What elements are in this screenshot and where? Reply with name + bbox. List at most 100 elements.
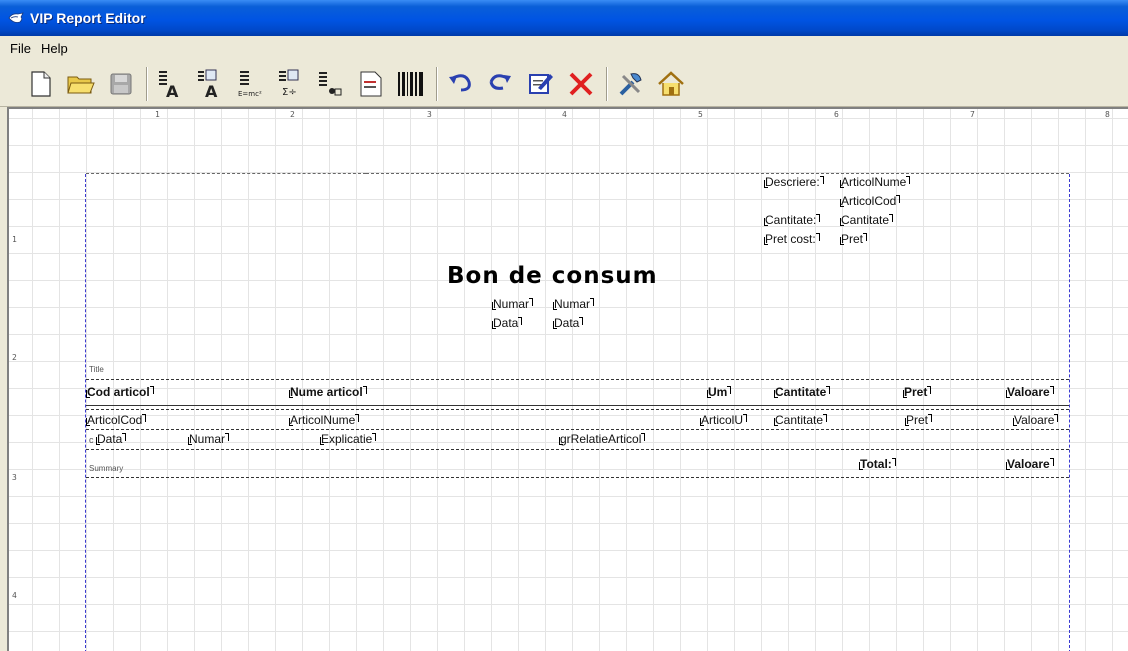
col-cod-articol[interactable]: Cod articol [86,385,154,399]
menu-file[interactable]: File [10,41,31,56]
title-band-top-border [366,173,1069,174]
svg-text:A: A [205,82,218,99]
toolbar: A A E=mc² Σ÷ [0,61,1128,107]
toolbar-separator [146,66,148,101]
image-placeholder[interactable] [86,173,366,295]
ruler-mark: 2 [290,110,295,119]
barcode-icon [398,71,423,96]
col-um[interactable]: Um [706,385,732,399]
window-title: VIP Report Editor [30,10,146,26]
data-field[interactable]: Data [552,316,584,330]
add-label-button[interactable]: A [156,69,186,99]
detail-valoare[interactable]: Valoare [1012,413,1060,427]
ruler-mark: 5 [698,110,703,119]
sub-data[interactable]: Data [95,432,127,446]
subdetail-band-bottom [86,449,1069,450]
open-button[interactable] [66,69,96,99]
memo-icon [360,71,382,96]
detail-articol-um[interactable]: ArticolU [699,413,748,427]
articol-nume-field[interactable]: ArticolNume [839,175,911,189]
svg-text:E=mc²: E=mc² [238,90,262,98]
save-disk-icon [110,73,132,94]
ruler-mark: 2 [12,353,17,362]
text-label-icon: A [159,70,179,99]
col-cantitate[interactable]: Cantitate [773,385,831,399]
undo-button[interactable] [446,69,476,99]
save-button[interactable] [106,69,136,99]
column-header-top-border [86,379,1069,380]
svg-text:Σ÷: Σ÷ [282,87,297,98]
cantitate-field[interactable]: Cantitate [839,213,894,227]
sub-explicatie[interactable]: Explicatie [319,432,377,446]
ruler-mark: 7 [970,110,975,119]
toolbar-separator [436,66,438,101]
add-image-button[interactable] [316,69,346,99]
tools-icon [619,72,642,95]
redo-icon [489,73,511,90]
menu-bar: File Help [0,36,1128,61]
edit-properties-icon [529,73,553,94]
col-valoare[interactable]: Valoare [1006,385,1054,399]
add-barcode-button[interactable] [396,69,426,99]
sub-gr-relatie-articol[interactable]: grRelatieArticol [558,432,646,446]
delete-button[interactable] [566,69,596,99]
toolbar-separator [606,66,608,101]
numar-field[interactable]: Numar [552,297,595,311]
title-bar[interactable]: VIP Report Editor [0,0,1128,36]
new-button[interactable] [26,69,56,99]
detail-pret[interactable]: Pret [904,413,933,427]
pret-field[interactable]: Pret [839,232,868,246]
col-pret[interactable]: Pret [902,385,932,399]
add-expression-button[interactable]: E=mc² [236,69,266,99]
ruler-mark: 8 [1105,110,1110,119]
ruler-mark: 3 [427,110,432,119]
tools-button[interactable] [616,69,646,99]
ruler-mark: 4 [562,110,567,119]
ruler-mark: 4 [12,591,17,600]
subdetail-prefix: c [89,435,94,445]
ruler-mark: 1 [12,235,17,244]
ruler-mark: 3 [12,473,17,482]
col-nume-articol[interactable]: Nume articol [289,385,367,399]
pret-cost-label[interactable]: Pret cost: [764,232,820,246]
add-field-button[interactable]: A [196,69,226,99]
cantitate-label[interactable]: Cantitate: [763,213,821,227]
summary-total-label[interactable]: Total: [859,457,896,471]
properties-button[interactable] [526,69,556,99]
detail-articol-cod[interactable]: ArticolCod [85,413,147,427]
summary-band-bottom [86,477,1069,478]
report-designer-canvas[interactable]: 1 2 3 4 5 6 7 8 1 2 3 4 Descriere: Artic… [7,107,1128,651]
open-folder-icon [67,76,95,93]
detail-cantitate[interactable]: Cantitate [773,413,828,427]
horizontal-ruler: 1 2 3 4 5 6 7 8 [9,109,1128,121]
numar-label[interactable]: Numar [491,297,534,311]
sum-field-icon: Σ÷ [279,69,299,98]
column-header-bottom-border [86,405,1069,406]
app-logo-icon [8,12,24,23]
summary-total-value[interactable]: Valoare [1006,457,1054,471]
descriere-label[interactable]: Descriere: [764,175,824,189]
app-window: VIP Report Editor File Help A A E=mc² Σ÷… [0,0,1128,651]
report-title[interactable]: Bon de consum [447,263,658,289]
articol-cod-field[interactable]: ArticolCod [839,194,901,208]
detail-articol-nume[interactable]: ArticolNume [288,413,360,427]
data-label[interactable]: Data [491,316,523,330]
title-band-label: Title [89,365,104,374]
redo-button[interactable] [486,69,516,99]
ruler-mark: 1 [155,110,160,119]
add-sum-button[interactable]: Σ÷ [276,69,306,99]
expression-icon: E=mc² [238,70,262,98]
menu-help[interactable]: Help [41,41,68,56]
home-icon [658,70,684,96]
ruler-mark: 6 [834,110,839,119]
undo-icon [449,73,471,91]
home-button[interactable] [656,69,686,99]
new-document-icon [31,70,51,97]
right-margin-line [1069,174,1070,651]
add-memo-button[interactable] [356,69,386,99]
vertical-ruler: 1 2 3 4 [9,109,21,651]
summary-band-label: Summary [89,464,124,473]
data-field-icon: A [198,69,218,99]
sub-numar[interactable]: Numar [187,432,230,446]
delete-icon [569,72,593,95]
